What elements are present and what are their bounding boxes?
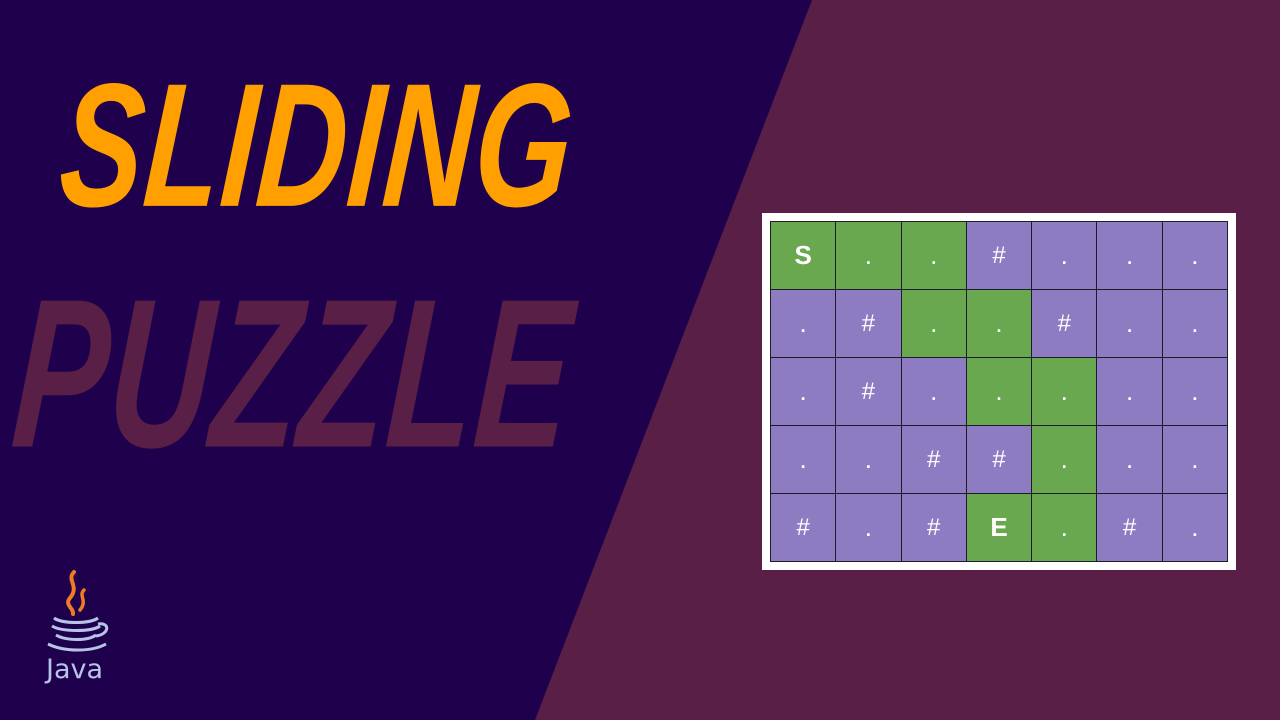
path-cell: . [1032,426,1098,494]
wall-cell: # [901,494,967,562]
java-logo-label: Java [46,654,104,685]
end-cell: E [966,494,1033,562]
wall-cell: # [966,426,1033,494]
path-cell: . [1032,494,1098,562]
open-cell: . [836,494,902,562]
wall-cell: # [966,222,1033,290]
open-cell: . [1162,358,1228,426]
title-line-sliding: SLIDING [54,47,581,244]
open-cell: . [771,426,837,494]
thumbnail-canvas: SLIDING PUZZLE S.. #.... #.. #... #....... # #… [0,0,1280,720]
path-cell: . [836,222,902,290]
open-cell: . [1097,290,1163,358]
open-cell: . [1162,426,1228,494]
open-cell: . [1097,358,1163,426]
wall-cell: # [1032,290,1098,358]
open-cell: . [1162,290,1228,358]
open-cell: . [901,358,967,426]
title-line-puzzle: PUZZLE [6,255,580,493]
open-cell: . [771,290,837,358]
open-cell: . [1032,222,1098,290]
open-cell: . [1097,426,1163,494]
path-cell: . [966,290,1033,358]
path-cell: . [901,290,967,358]
path-cell: . [966,358,1033,426]
path-cell: . [1032,358,1098,426]
open-cell: . [1097,222,1163,290]
open-cell: . [836,426,902,494]
open-cell: . [1162,222,1228,290]
puzzle-board: S.. #.... #.. #... #....... # #... #. # E. #. [762,213,1236,570]
wall-cell: # [836,358,902,426]
wall-cell: # [1097,494,1163,562]
wall-cell: # [901,426,967,494]
wall-cell: # [836,290,902,358]
puzzle-grid: S.. #.... #.. #... #....... # #... #. # E. #. [770,221,1228,562]
wall-cell: # [771,494,837,562]
open-cell: . [1162,494,1228,562]
start-cell: S [771,222,837,290]
path-cell: . [901,222,967,290]
open-cell: . [771,358,837,426]
